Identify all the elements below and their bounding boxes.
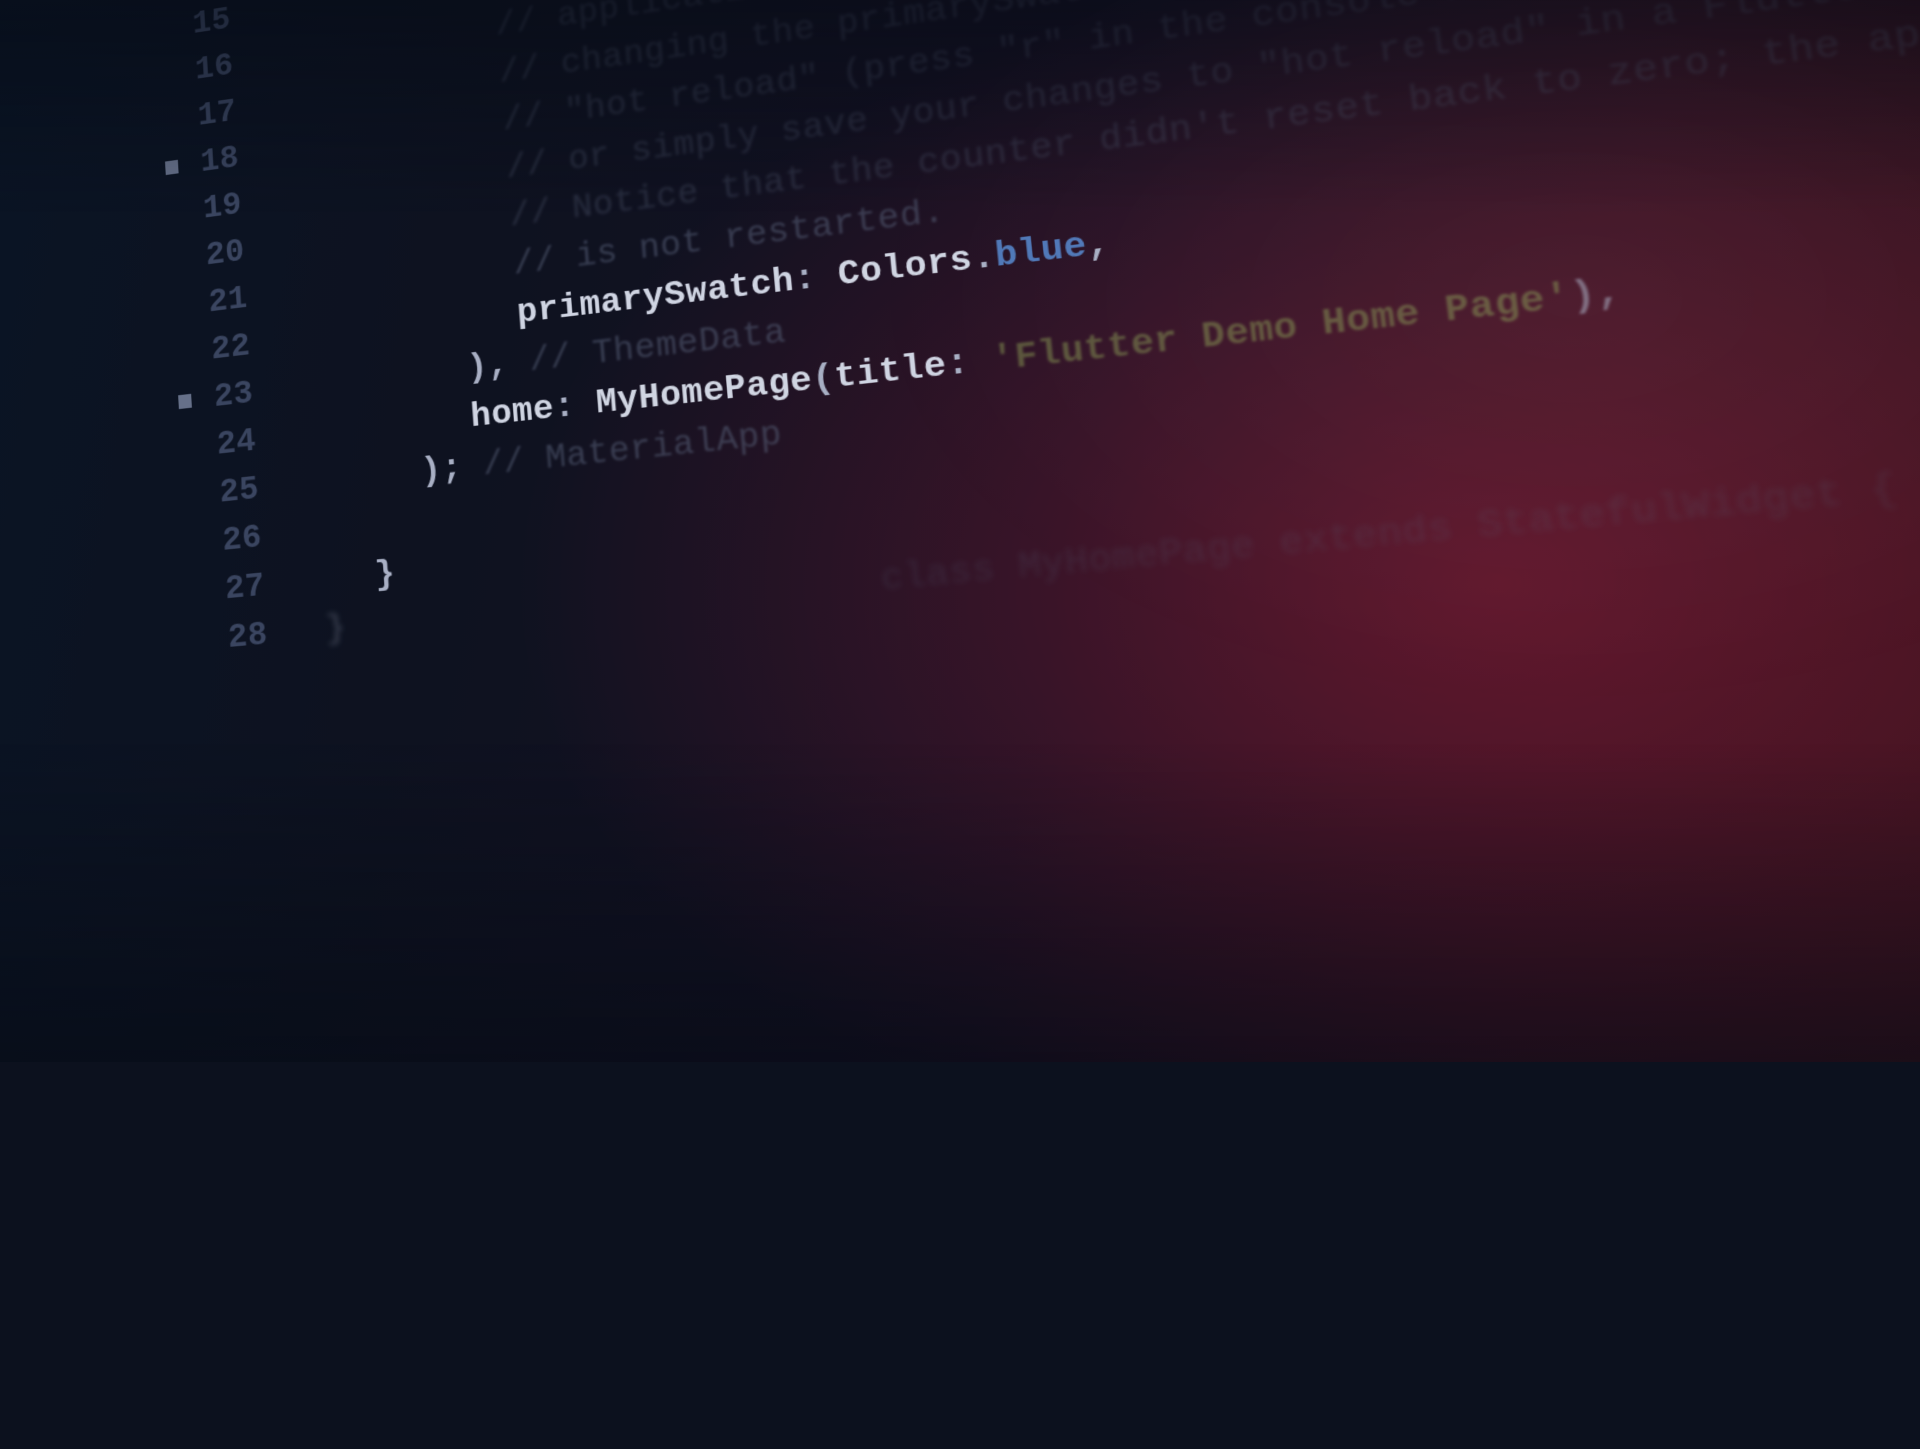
line-number-value: 27 [224, 562, 267, 615]
code-token: : [792, 251, 841, 307]
line-number-value: 22 [210, 322, 252, 374]
code-token: } [373, 549, 397, 600]
code-area: return MaterialApp(title: 'Flutter Demo'… [245, 0, 1920, 657]
line-number-value: 21 [207, 275, 249, 327]
breakpoint-marker-icon [165, 160, 179, 175]
line-number-value: 28 [227, 611, 270, 664]
line-number-value: 17 [196, 88, 237, 140]
line-number-value: 18 [199, 135, 240, 187]
code-token: ; [440, 442, 485, 496]
code-editor: 10111213141516171819202122232425262728 r… [80, 0, 1920, 672]
editor-plane: 10111213141516171819202122232425262728 r… [80, 0, 1920, 1392]
code-token: , [486, 338, 531, 392]
line-number-value: 15 [191, 0, 232, 48]
editor-photo-scene: 10111213141516171819202122232425262728 r… [0, 0, 1920, 1062]
line-number-value: 19 [202, 181, 244, 233]
line-number-value: 24 [215, 417, 257, 469]
line-number-value: 26 [221, 514, 263, 567]
breakpoint-marker-icon [178, 394, 192, 409]
line-number-value: 16 [194, 42, 235, 94]
code-token: : [552, 379, 598, 433]
code-token: : [944, 335, 995, 391]
line-number-value: 20 [205, 228, 247, 280]
code-token: , [1084, 218, 1113, 272]
line-number-value: 25 [218, 465, 260, 517]
line-number-value: 23 [213, 370, 255, 422]
